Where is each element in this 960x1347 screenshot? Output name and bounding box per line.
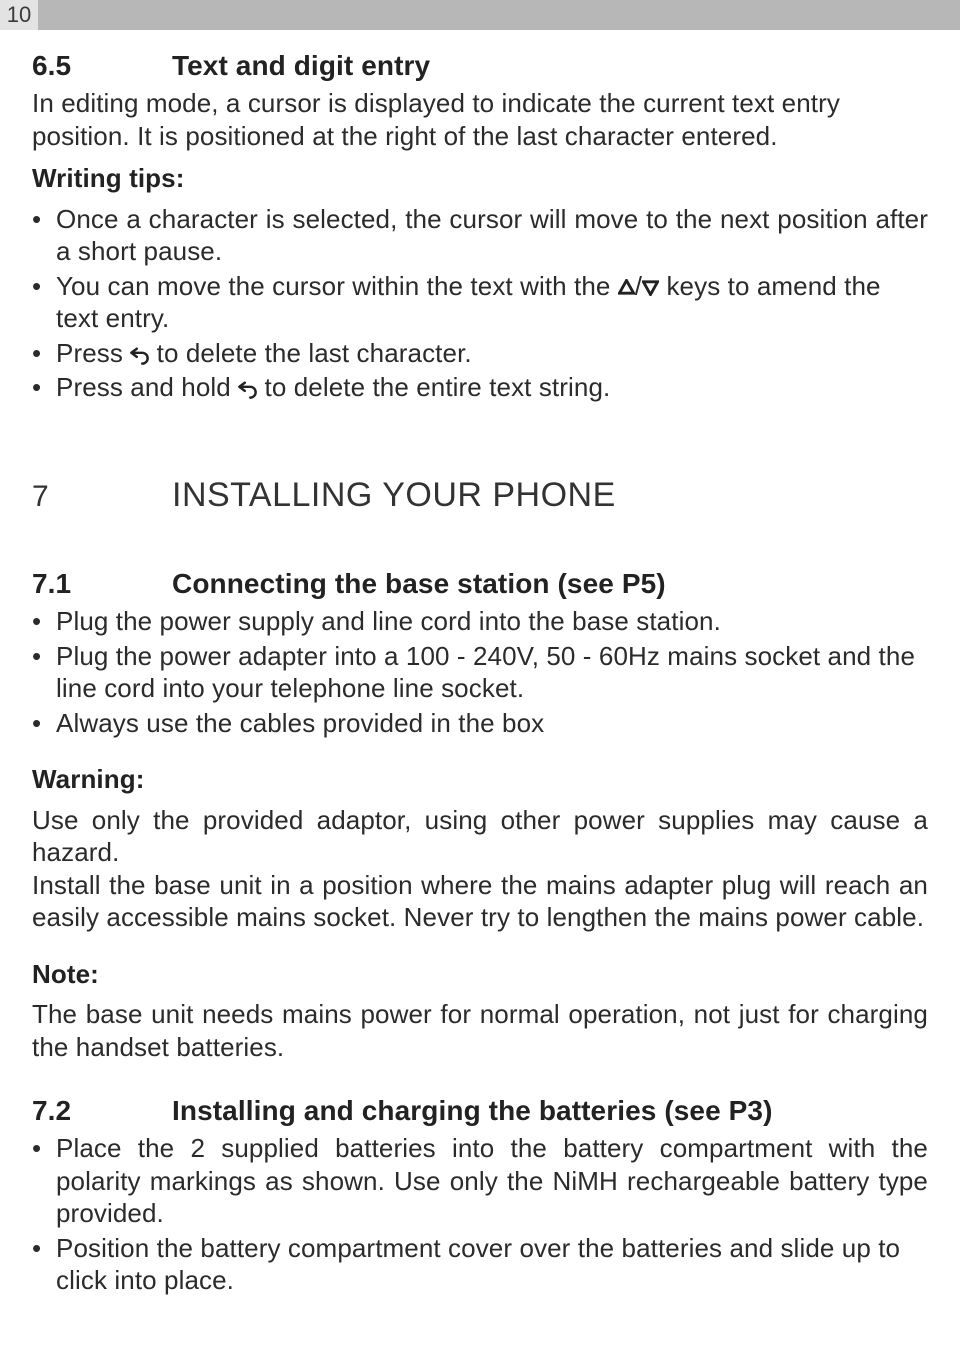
heading-6-5: 6.5Text and digit entry <box>32 48 928 83</box>
list-item: Press and hold to delete the entire text… <box>32 371 928 404</box>
note-label: Note: <box>32 958 928 991</box>
list-text: Press and hold <box>56 372 238 402</box>
list-text: Press <box>56 338 130 368</box>
note-text: The base unit needs mains power for norm… <box>32 998 928 1063</box>
up-triangle-icon <box>618 279 635 296</box>
list-item: Always use the cables provided in the bo… <box>32 707 928 740</box>
heading-title: Installing and charging the batteries (s… <box>172 1095 773 1126</box>
list-item: Once a character is selected, the cursor… <box>32 203 928 268</box>
heading-7-1: 7.1Connecting the base station (see P5) <box>32 566 928 601</box>
heading-title: Text and digit entry <box>172 50 430 81</box>
warning-label: Warning: <box>32 763 928 796</box>
back-arrow-icon <box>130 346 149 365</box>
page-content: 6.5Text and digit entry In editing mode,… <box>0 30 960 1345</box>
section-7-2-list: Place the 2 supplied batteries into the … <box>32 1132 928 1297</box>
heading-7-2: 7.2Installing and charging the batteries… <box>32 1093 928 1128</box>
heading-number: 7.2 <box>32 1093 172 1128</box>
list-text: Position the battery compartment cover o… <box>56 1233 900 1296</box>
writing-tips-label: Writing tips: <box>32 162 928 195</box>
list-item: Press to delete the last character. <box>32 337 928 370</box>
manual-page: 10 6.5Text and digit entry In editing mo… <box>0 0 960 1345</box>
heading-number: 6.5 <box>32 48 172 83</box>
down-triangle-icon <box>642 279 659 296</box>
slash: / <box>635 271 642 301</box>
list-item: Position the battery compartment cover o… <box>32 1232 928 1297</box>
section-7-1-list: Plug the power supply and line cord into… <box>32 605 928 739</box>
page-number: 10 <box>0 0 38 30</box>
list-text: Plug the power adapter into a 100 - 240V… <box>56 641 915 704</box>
chapter-title: INSTALLING YOUR PHONE <box>172 476 616 514</box>
section-6-5-intro: In editing mode, a cursor is displayed t… <box>32 87 928 152</box>
list-text: to delete the entire text string. <box>257 372 610 402</box>
list-text: Once a character is selected, the cursor… <box>56 204 928 267</box>
list-item: You can move the cursor within the text … <box>32 270 928 335</box>
back-arrow-icon <box>238 380 257 399</box>
chapter-number: 7 <box>32 478 172 516</box>
list-text: to delete the last character. <box>149 338 471 368</box>
up-down-keys: / <box>618 271 659 301</box>
heading-number: 7.1 <box>32 566 172 601</box>
list-item: Plug the power adapter into a 100 - 240V… <box>32 640 928 705</box>
warning-text: Use only the provided adaptor, using oth… <box>32 804 928 934</box>
list-item: Place the 2 supplied batteries into the … <box>32 1132 928 1230</box>
list-text: Always use the cables provided in the bo… <box>56 708 544 738</box>
list-item: Plug the power supply and line cord into… <box>32 605 928 638</box>
list-text: Plug the power supply and line cord into… <box>56 606 721 636</box>
list-text: You can move the cursor within the text … <box>56 271 618 301</box>
writing-tips-list: Once a character is selected, the cursor… <box>32 203 928 404</box>
heading-chapter-7: 7INSTALLING YOUR PHONE <box>32 474 928 517</box>
list-text: Place the 2 supplied batteries into the … <box>56 1133 928 1228</box>
heading-title: Connecting the base station (see P5) <box>172 568 666 599</box>
header-bar: 10 <box>0 0 960 30</box>
